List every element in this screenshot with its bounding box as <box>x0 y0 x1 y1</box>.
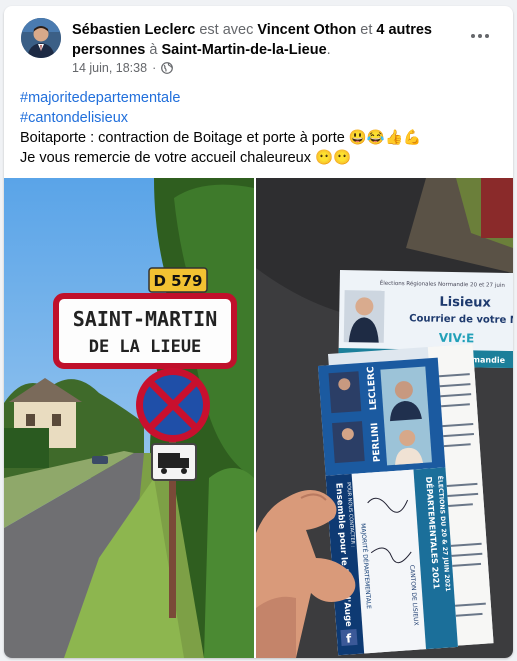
avatar[interactable] <box>21 18 61 58</box>
post-text: #majoritedepartementale #cantondelisieux… <box>20 88 500 168</box>
post-header: Sébastien Leclerc est avec Vincent Othon… <box>4 6 513 82</box>
post-line-2: Je vous remercie de votre accueil chaleu… <box>20 150 352 166</box>
more-dot-icon <box>478 34 482 38</box>
author-name[interactable]: Sébastien Leclerc <box>72 22 195 38</box>
photo-grid: D 579 SAINT-MARTIN DE LA LIEUE Élections… <box>4 178 513 658</box>
more-options-button[interactable] <box>465 24 495 48</box>
timestamp[interactable]: 14 juin, 18:38 <box>72 61 147 75</box>
route-plate-label: D 579 <box>154 272 203 290</box>
hashtag-link[interactable]: #cantondelisieux <box>20 108 500 128</box>
at-text: à <box>149 42 158 58</box>
flyer-top-city: Lisieux <box>439 295 491 311</box>
town-sign-line1: SAINT-MARTIN <box>73 307 218 331</box>
photo-flyers[interactable]: Élections Régionales Normandie 20 et 27 … <box>256 178 513 658</box>
town-sign-line2: DE LA LIEUE <box>89 337 202 357</box>
post-line-1: Boitaporte : contraction de Boitage et p… <box>20 130 422 146</box>
author-line: Sébastien Leclerc est avec Vincent Othon… <box>72 20 452 60</box>
flyer-top-brand: VIV:E <box>439 331 475 346</box>
photo-town-sign[interactable]: D 579 SAINT-MARTIN DE LA LIEUE <box>4 178 254 658</box>
with-text: est avec <box>199 22 254 38</box>
and-text: et <box>360 22 373 38</box>
more-dot-icon <box>471 34 475 38</box>
more-dot-icon <box>485 34 489 38</box>
hashtag-link[interactable]: #majoritedepartementale <box>20 88 500 108</box>
period: . <box>326 42 331 58</box>
post-meta: 14 juin, 18:38 · <box>72 61 174 75</box>
location-link[interactable]: Saint-Martin-de-la-Lieue <box>161 42 326 58</box>
post-card: Sébastien Leclerc est avec Vincent Othon… <box>4 6 513 658</box>
flyer-top-subtitle: Courrier de votre Ma <box>409 313 513 326</box>
meta-separator: · <box>152 61 157 75</box>
globe-icon[interactable] <box>161 62 174 74</box>
tagged-person[interactable]: Vincent Othon <box>257 22 356 38</box>
